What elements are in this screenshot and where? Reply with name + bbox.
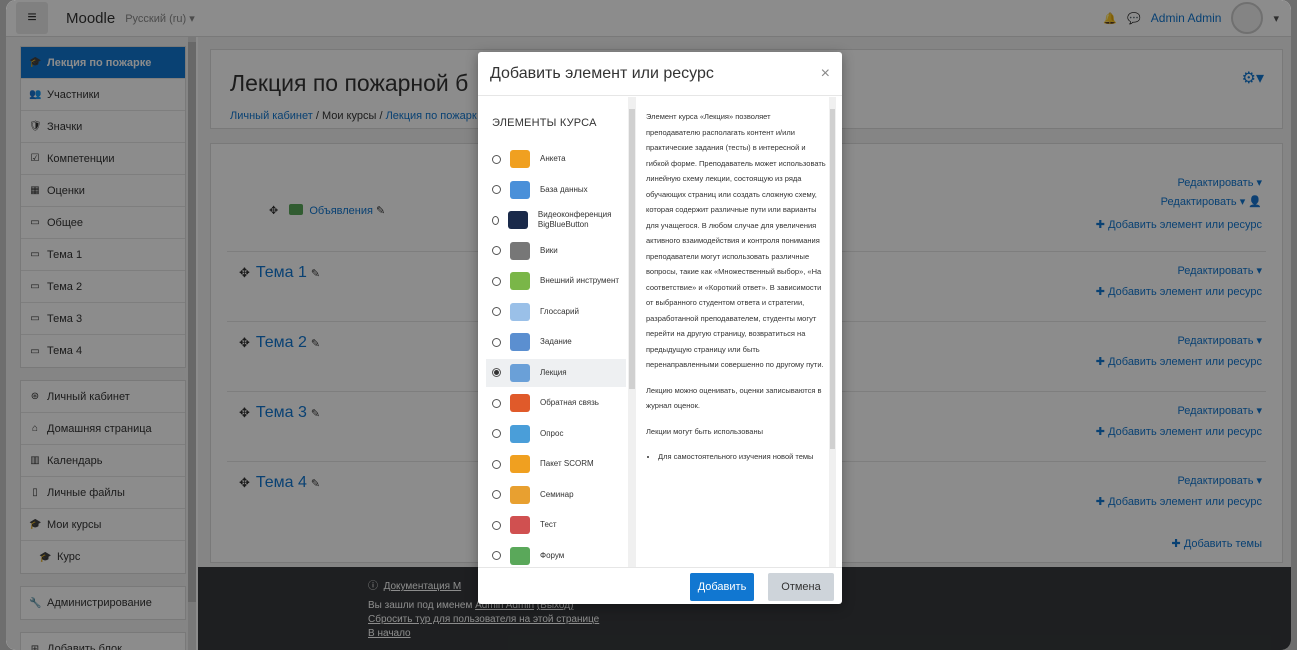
activity-option-label: Обратная связь xyxy=(540,398,599,407)
dialog-header: Добавить элемент или ресурс × xyxy=(478,52,842,96)
add-activity-dialog: Добавить элемент или ресурс × ЭЛЕМЕНТЫ К… xyxy=(478,52,842,604)
activity-option[interactable]: Вики xyxy=(486,237,626,265)
activity-options-list: ЭЛЕМЕНТЫ КУРСА Анкета База данных Видеокон… xyxy=(478,97,636,567)
activity-option-label: Глоссарий xyxy=(540,306,579,316)
radio-button[interactable] xyxy=(492,368,501,377)
radio-button[interactable] xyxy=(492,520,501,530)
radio-button[interactable] xyxy=(492,490,501,499)
quiz-icon xyxy=(510,516,530,534)
workshop-icon xyxy=(510,485,530,504)
radio-button[interactable] xyxy=(492,429,501,438)
add-button[interactable]: Добавить xyxy=(690,573,754,601)
options-scrollbar-thumb[interactable] xyxy=(629,109,635,389)
activity-option-label: Вики xyxy=(540,245,558,255)
database-icon xyxy=(510,180,530,199)
radio-button[interactable] xyxy=(492,215,499,225)
activity-option-label: Анкета xyxy=(540,154,566,163)
radio-button[interactable] xyxy=(492,307,501,316)
activity-option[interactable]: Глоссарий xyxy=(486,298,626,326)
dialog-body: ЭЛЕМЕНТЫ КУРСА Анкета База данных Видеокон… xyxy=(478,97,842,567)
radio-button[interactable] xyxy=(492,154,501,164)
puzzle-icon xyxy=(510,272,530,290)
activity-option-label: Семинар xyxy=(540,489,574,499)
activity-option-label: Опрос xyxy=(540,428,564,438)
activity-option[interactable]: Тест xyxy=(486,511,626,539)
assignment-icon xyxy=(510,333,530,351)
activity-option[interactable]: Лекция xyxy=(486,358,626,387)
activity-option[interactable]: Семинар xyxy=(486,481,626,509)
wiki-icon xyxy=(510,241,530,260)
activity-option[interactable]: Задание xyxy=(486,328,626,356)
chart-icon xyxy=(510,150,530,168)
radio-button[interactable] xyxy=(492,459,501,469)
activity-option[interactable]: Обратная связь xyxy=(486,389,626,417)
radio-button[interactable] xyxy=(492,398,501,408)
activity-option[interactable]: Видеоконференция BigBlueButton xyxy=(486,206,626,234)
radio-button[interactable] xyxy=(492,246,501,255)
activity-option-label: База данных xyxy=(540,184,588,194)
question-icon xyxy=(510,424,530,443)
scorm-icon xyxy=(510,455,530,473)
radio-button[interactable] xyxy=(492,337,501,347)
activity-option[interactable]: База данных xyxy=(486,176,626,204)
megaphone-icon xyxy=(510,394,530,412)
activity-option-label: Задание xyxy=(540,337,572,346)
description-scrollbar-thumb[interactable] xyxy=(830,109,835,449)
close-icon[interactable]: × xyxy=(821,65,830,83)
activity-option-label: Тест xyxy=(540,520,557,529)
activity-option-label: Форум xyxy=(540,550,565,560)
activity-option-label: Пакет SCORM xyxy=(540,459,594,468)
activity-option-label: Лекция xyxy=(540,367,567,377)
radio-button[interactable] xyxy=(492,551,501,560)
lesson-icon xyxy=(510,363,530,382)
cancel-button[interactable]: Отмена xyxy=(768,573,834,601)
app-frame: ≡ Moodle Русский (ru) ▾ 🔔 💬 Admin Admin … xyxy=(6,0,1291,650)
activity-description: Элемент курса «Лекция» позволяет препода… xyxy=(646,109,826,465)
activity-option[interactable]: Форум xyxy=(486,542,626,568)
activity-option[interactable]: Внешний инструмент xyxy=(486,267,626,295)
dialog-title: Добавить элемент или ресурс xyxy=(490,64,714,82)
activity-option-label: Внешний инструмент xyxy=(540,276,620,285)
activity-option[interactable]: Пакет SCORM xyxy=(486,450,626,478)
radio-button[interactable] xyxy=(492,276,501,286)
list-header: ЭЛЕМЕНТЫ КУРСА xyxy=(492,117,597,129)
activity-option[interactable]: Опрос xyxy=(486,420,626,448)
bigbluebutton-icon xyxy=(507,211,528,229)
forum-icon xyxy=(510,546,530,565)
glossary-icon xyxy=(510,302,530,321)
dialog-footer: Добавить Отмена xyxy=(478,567,842,604)
radio-button[interactable] xyxy=(492,185,501,194)
activity-option-label: Видеоконференция BigBlueButton xyxy=(537,210,612,229)
activity-option[interactable]: Анкета xyxy=(486,145,626,173)
